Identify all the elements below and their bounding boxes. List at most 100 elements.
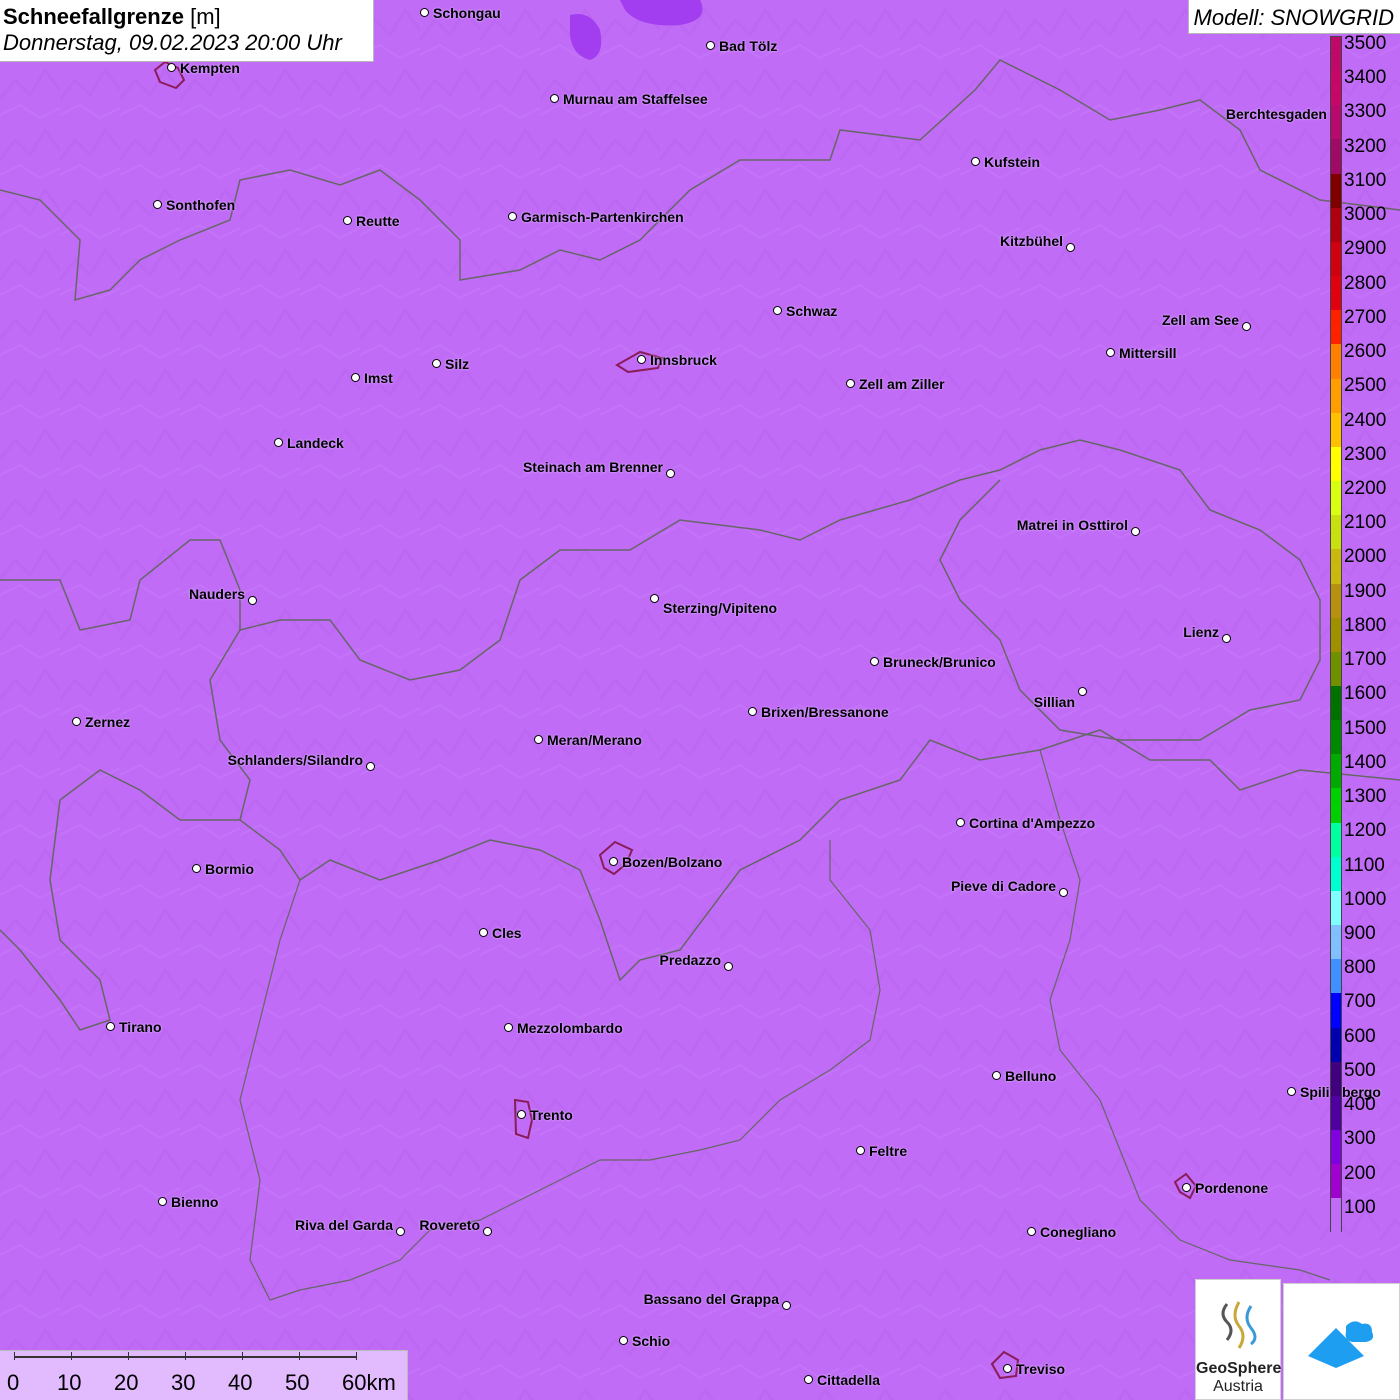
city-marker[interactable] bbox=[706, 41, 715, 50]
legend-color-step bbox=[1331, 685, 1341, 721]
city-marker[interactable] bbox=[782, 1301, 791, 1310]
city-marker[interactable] bbox=[1182, 1183, 1191, 1192]
legend-label: 1900 bbox=[1344, 580, 1387, 602]
city-marker[interactable] bbox=[1066, 243, 1075, 252]
city-marker[interactable] bbox=[846, 379, 855, 388]
legend-color-step bbox=[1331, 583, 1341, 618]
city-marker[interactable] bbox=[153, 200, 162, 209]
city-label: Sillian bbox=[1033, 694, 1075, 710]
legend-label: 300 bbox=[1344, 1128, 1376, 1150]
city-marker[interactable] bbox=[804, 1375, 813, 1384]
city-marker[interactable] bbox=[158, 1197, 167, 1206]
legend-label: 600 bbox=[1344, 1025, 1376, 1047]
legend-label: 400 bbox=[1344, 1094, 1376, 1116]
city-marker[interactable] bbox=[420, 8, 429, 17]
city-label: Bassano del Grappa bbox=[643, 1291, 779, 1307]
city-label: Cittadella bbox=[817, 1372, 881, 1388]
scale-label: 30 bbox=[171, 1370, 196, 1395]
city-marker[interactable] bbox=[637, 355, 646, 364]
city-marker[interactable] bbox=[992, 1071, 1001, 1080]
city-marker[interactable] bbox=[609, 857, 618, 866]
legend-color-step bbox=[1331, 37, 1341, 72]
legend-label: 2600 bbox=[1344, 341, 1387, 363]
city-marker[interactable] bbox=[192, 864, 201, 873]
legend-color-step bbox=[1331, 754, 1341, 789]
city-marker[interactable] bbox=[72, 717, 81, 726]
app-logo[interactable] bbox=[1283, 1283, 1400, 1400]
city-marker[interactable] bbox=[650, 594, 659, 603]
city-marker[interactable] bbox=[748, 707, 757, 716]
city-marker[interactable] bbox=[167, 63, 176, 72]
city-marker[interactable] bbox=[971, 157, 980, 166]
city-marker[interactable] bbox=[274, 438, 283, 447]
city-marker[interactable] bbox=[396, 1227, 405, 1236]
legend-color-step bbox=[1331, 1198, 1341, 1233]
city-marker[interactable] bbox=[1078, 687, 1087, 696]
legend-label: 2700 bbox=[1344, 306, 1387, 328]
city-marker[interactable] bbox=[508, 212, 517, 221]
city-label: Conegliano bbox=[1040, 1224, 1117, 1240]
city-label: Pieve di Cadore bbox=[950, 878, 1056, 894]
legend-color-step bbox=[1331, 139, 1341, 174]
legend-label: 1300 bbox=[1344, 786, 1387, 808]
city-label: Schongau bbox=[433, 5, 501, 21]
city-marker[interactable] bbox=[432, 359, 441, 368]
legend-label: 3500 bbox=[1344, 33, 1387, 54]
legend-color-step bbox=[1331, 515, 1341, 550]
legend-label: 2300 bbox=[1344, 443, 1387, 465]
city-marker[interactable] bbox=[619, 1336, 628, 1345]
legend-color-step bbox=[1331, 890, 1341, 926]
legend-label: 100 bbox=[1344, 1196, 1376, 1218]
city-label: Brixen/Bressanone bbox=[761, 704, 889, 720]
legend-color-step bbox=[1331, 651, 1341, 686]
legend-label: 500 bbox=[1344, 1059, 1376, 1081]
legend-color-step bbox=[1331, 276, 1341, 311]
city-label: Mittersill bbox=[1119, 345, 1177, 361]
city-marker[interactable] bbox=[343, 216, 352, 225]
legend-color-step bbox=[1331, 412, 1341, 447]
city-marker[interactable] bbox=[1222, 634, 1231, 643]
legend-color-step bbox=[1331, 241, 1341, 277]
city-label: Reutte bbox=[356, 213, 400, 229]
city-marker[interactable] bbox=[550, 94, 559, 103]
legend-color-step bbox=[1331, 856, 1341, 891]
city-marker[interactable] bbox=[856, 1146, 865, 1155]
legend-color-step bbox=[1331, 378, 1341, 413]
scale-tick bbox=[356, 1352, 357, 1360]
legend-label: 800 bbox=[1344, 957, 1376, 979]
scale-label: 20 bbox=[114, 1370, 139, 1395]
city-marker[interactable] bbox=[517, 1110, 526, 1119]
city-marker[interactable] bbox=[1106, 348, 1115, 357]
city-marker[interactable] bbox=[724, 962, 733, 971]
city-label: Imst bbox=[364, 370, 393, 386]
geosphere-logo[interactable]: GeoSphere Austria bbox=[1195, 1279, 1281, 1400]
city-marker[interactable] bbox=[666, 469, 675, 478]
city-marker[interactable] bbox=[1059, 888, 1068, 897]
city-label: Nauders bbox=[188, 586, 245, 602]
city-marker[interactable] bbox=[870, 657, 879, 666]
city-label: Garmisch-Partenkirchen bbox=[521, 209, 684, 225]
city-marker[interactable] bbox=[1287, 1087, 1296, 1096]
legend-color-step bbox=[1331, 1027, 1341, 1062]
geosphere-logo-text: GeoSphere bbox=[1196, 1360, 1282, 1377]
city-marker[interactable] bbox=[1131, 527, 1140, 536]
city-marker[interactable] bbox=[106, 1022, 115, 1031]
city-marker[interactable] bbox=[366, 762, 375, 771]
city-marker[interactable] bbox=[479, 928, 488, 937]
city-marker[interactable] bbox=[483, 1227, 492, 1236]
scale-tick bbox=[71, 1352, 72, 1360]
city-label: Landeck bbox=[287, 435, 344, 451]
city-marker[interactable] bbox=[1003, 1364, 1012, 1373]
city-marker[interactable] bbox=[248, 596, 257, 605]
city-marker[interactable] bbox=[1242, 322, 1251, 331]
city-marker[interactable] bbox=[1027, 1227, 1036, 1236]
legend-color-step bbox=[1331, 822, 1341, 857]
city-marker[interactable] bbox=[773, 306, 782, 315]
city-marker[interactable] bbox=[351, 373, 360, 382]
city-label: Sonthofen bbox=[166, 197, 236, 213]
city-marker[interactable] bbox=[956, 818, 965, 827]
city-marker[interactable] bbox=[504, 1023, 513, 1032]
city-label: Berchtesgaden bbox=[1225, 106, 1327, 122]
city-marker[interactable] bbox=[534, 735, 543, 744]
legend-color-step bbox=[1331, 617, 1341, 652]
